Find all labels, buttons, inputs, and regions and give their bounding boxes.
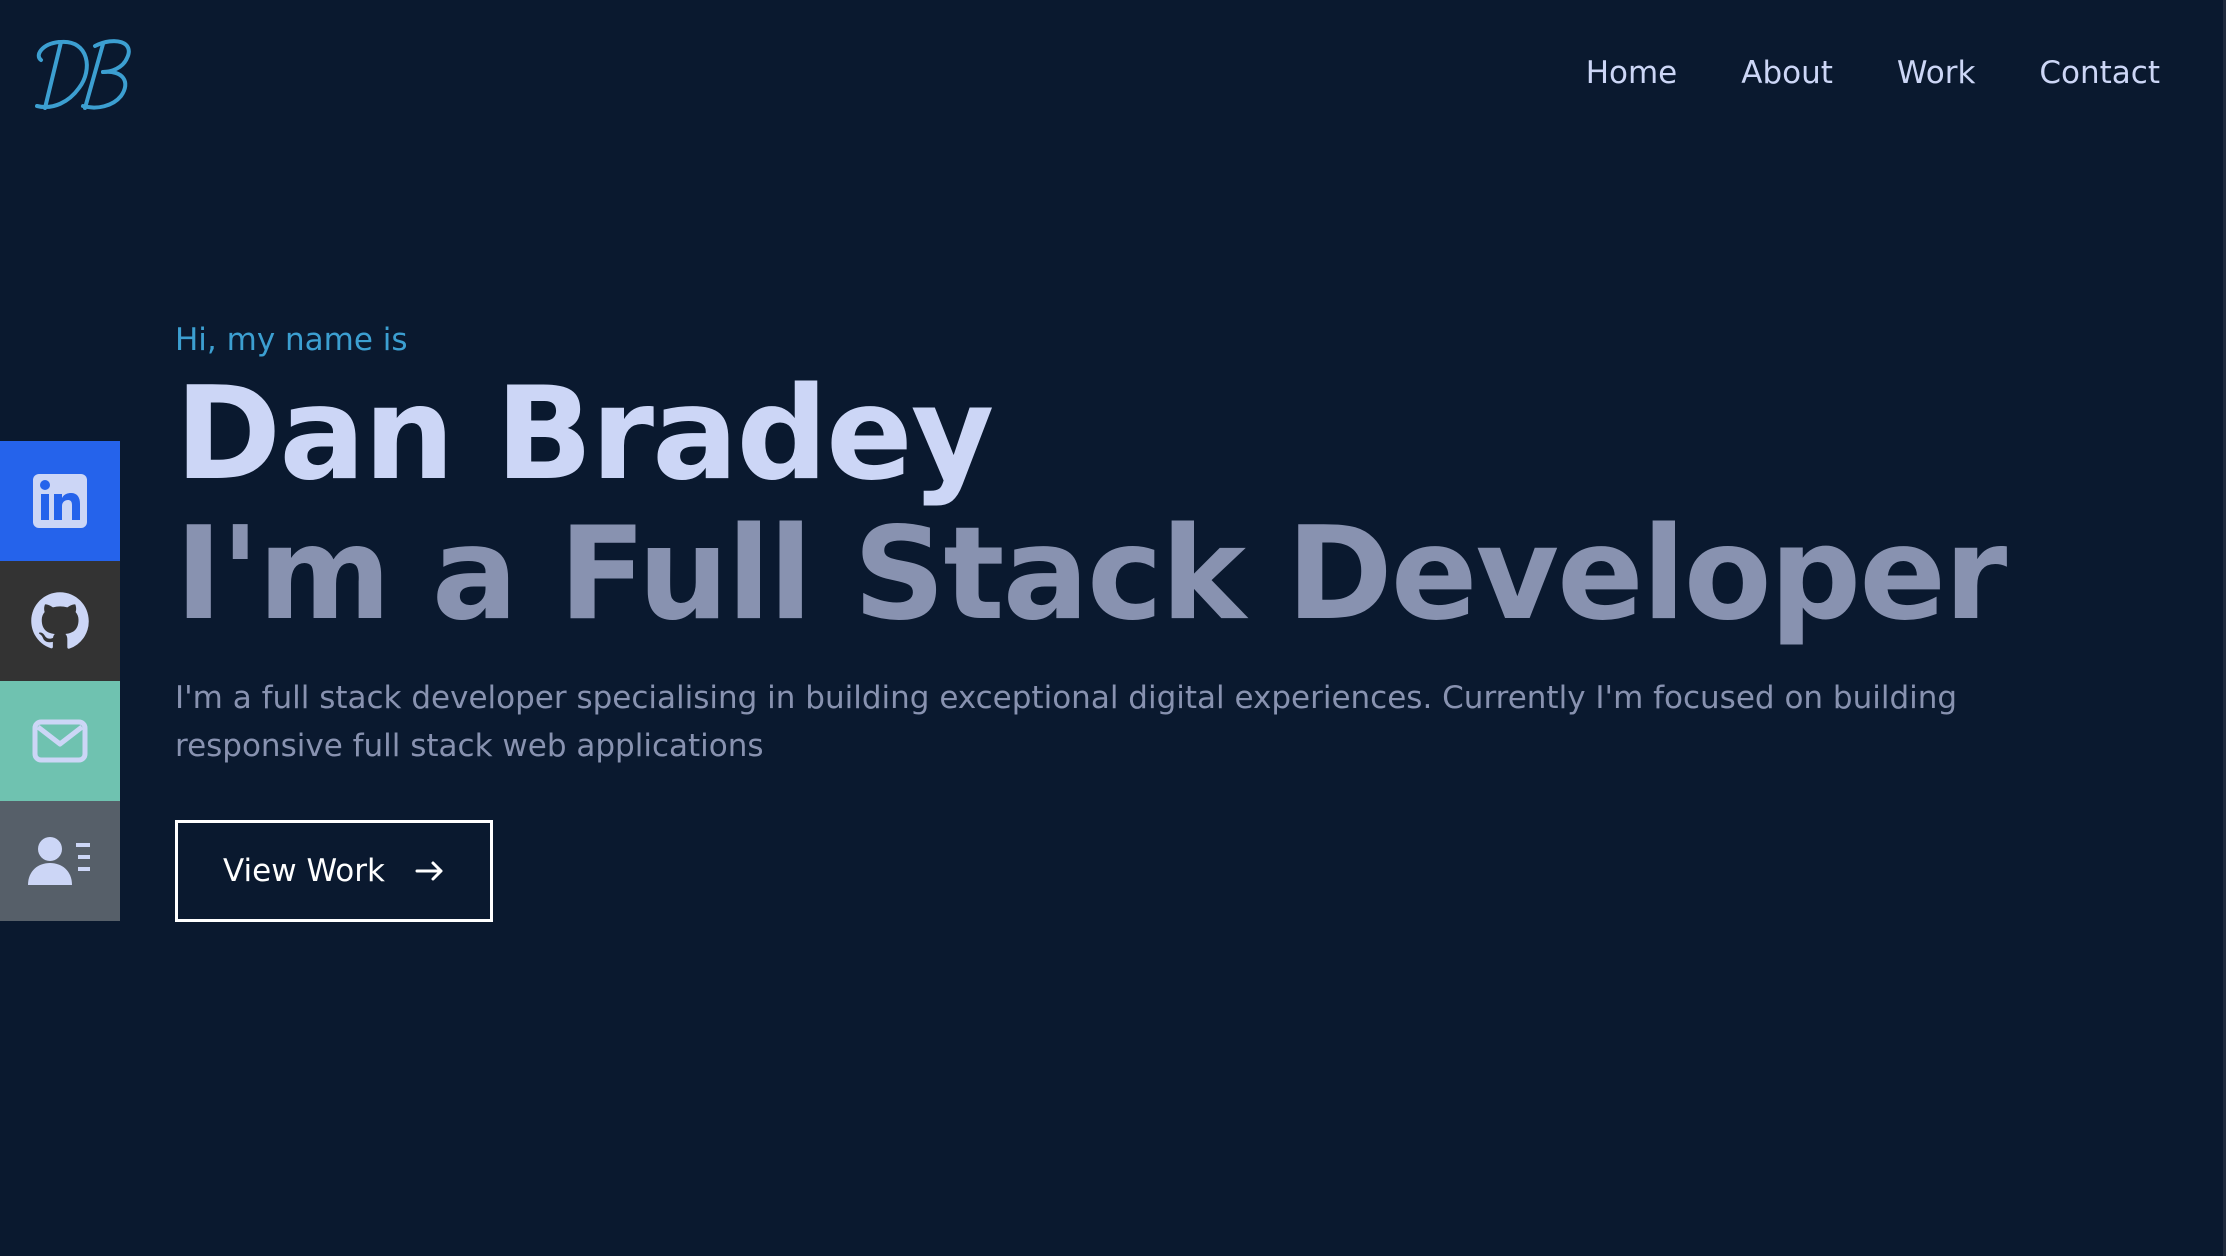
view-work-button[interactable]: View Work — [175, 820, 493, 922]
logo[interactable] — [31, 30, 137, 120]
nav-home[interactable]: Home — [1586, 55, 1678, 91]
nav-contact[interactable]: Contact — [2039, 55, 2160, 91]
social-sidebar — [0, 441, 120, 921]
hero-description: I'm a full stack developer specialising … — [175, 680, 1958, 764]
nav-work[interactable]: Work — [1897, 55, 1976, 91]
greeting-text: Hi, my name is — [175, 322, 408, 358]
github-link[interactable] — [0, 561, 120, 681]
email-link[interactable] — [0, 681, 120, 801]
logo-monogram — [35, 39, 131, 110]
contact-card-icon — [28, 837, 90, 885]
arrow-right-icon — [415, 861, 443, 881]
mail-icon — [32, 719, 88, 763]
hero-section: Hi, my name is Dan Bradey I'm a Full Sta… — [175, 320, 2075, 922]
linkedin-link[interactable] — [0, 441, 120, 561]
hero-tagline: I'm a Full Stack Developer — [175, 500, 2007, 649]
linkedin-icon — [33, 474, 87, 528]
nav-about[interactable]: About — [1741, 55, 1833, 91]
view-work-label: View Work — [223, 853, 385, 889]
resume-link[interactable] — [0, 801, 120, 921]
github-icon — [31, 592, 89, 649]
hero-name: Dan Bradey — [175, 360, 994, 509]
main-nav: Home About Work Contact — [1586, 55, 2160, 91]
page: Home About Work Contact Hi, my name is D… — [0, 0, 2226, 1256]
